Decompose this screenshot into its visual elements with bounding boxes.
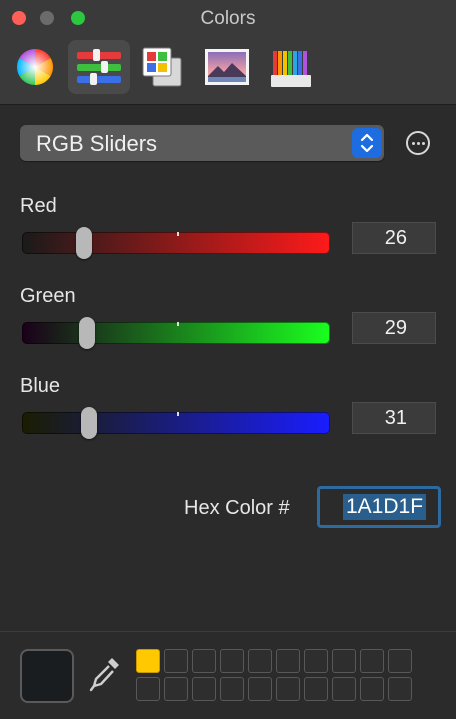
- footer: [0, 631, 456, 719]
- swatch[interactable]: [248, 649, 272, 673]
- color-wheel-tab[interactable]: [4, 40, 66, 94]
- color-palettes-icon: [142, 47, 182, 87]
- swatch[interactable]: [136, 677, 160, 701]
- swatch[interactable]: [388, 677, 412, 701]
- swatch[interactable]: [304, 677, 328, 701]
- sliders-panel: RGB Sliders Red 26 Green 29 Blue 31 Hex …: [0, 105, 456, 630]
- swatch[interactable]: [192, 649, 216, 673]
- red-value-field[interactable]: 26: [352, 222, 436, 254]
- green-label: Green: [20, 285, 76, 307]
- color-sliders-tab[interactable]: [68, 40, 130, 94]
- colors-window: Colors RGB Sliders Red 26 Green 29 Blue …: [0, 0, 456, 719]
- swatch[interactable]: [164, 677, 188, 701]
- swatch[interactable]: [360, 677, 384, 701]
- blue-value-field[interactable]: 31: [352, 402, 436, 434]
- mode-popup[interactable]: RGB Sliders: [20, 125, 384, 161]
- green-value-field[interactable]: 29: [352, 312, 436, 344]
- blue-slider-knob[interactable]: [81, 407, 97, 439]
- image-palettes-icon: [205, 49, 249, 85]
- titlebar: Colors: [0, 0, 456, 105]
- hex-input[interactable]: 1A1D1F: [317, 486, 441, 528]
- swatch[interactable]: [136, 649, 160, 673]
- window-title: Colors: [200, 8, 256, 29]
- green-slider[interactable]: [22, 317, 330, 349]
- swatch[interactable]: [220, 649, 244, 673]
- swatch[interactable]: [276, 677, 300, 701]
- current-color-well[interactable]: [20, 649, 74, 703]
- eyedropper-icon[interactable]: [88, 654, 124, 694]
- swatch[interactable]: [164, 649, 188, 673]
- image-palettes-tab[interactable]: [196, 40, 258, 94]
- pencils-icon: [271, 51, 311, 87]
- color-wheel-icon: [16, 48, 54, 86]
- swatch[interactable]: [360, 649, 384, 673]
- swatch[interactable]: [276, 649, 300, 673]
- hex-label: Hex Color #: [184, 497, 290, 519]
- blue-slider[interactable]: [22, 407, 330, 439]
- red-slider-knob[interactable]: [76, 227, 92, 259]
- red-label: Red: [20, 195, 57, 217]
- swatch[interactable]: [388, 649, 412, 673]
- color-palettes-tab[interactable]: [132, 40, 194, 94]
- swatch[interactable]: [332, 649, 356, 673]
- swatch[interactable]: [248, 677, 272, 701]
- more-options-icon[interactable]: [406, 131, 430, 155]
- blue-label: Blue: [20, 375, 61, 397]
- mode-popup-label: RGB Sliders: [36, 131, 158, 156]
- green-slider-knob[interactable]: [79, 317, 95, 349]
- saved-swatches: [136, 649, 416, 705]
- swatch[interactable]: [220, 677, 244, 701]
- swatch[interactable]: [304, 649, 328, 673]
- hex-value: 1A1D1F: [343, 494, 427, 520]
- color-sliders-icon: [77, 49, 121, 85]
- pencils-tab[interactable]: [260, 40, 322, 94]
- red-slider[interactable]: [22, 227, 330, 259]
- chevron-updown-icon: [352, 128, 382, 158]
- swatch[interactable]: [332, 677, 356, 701]
- swatch[interactable]: [192, 677, 216, 701]
